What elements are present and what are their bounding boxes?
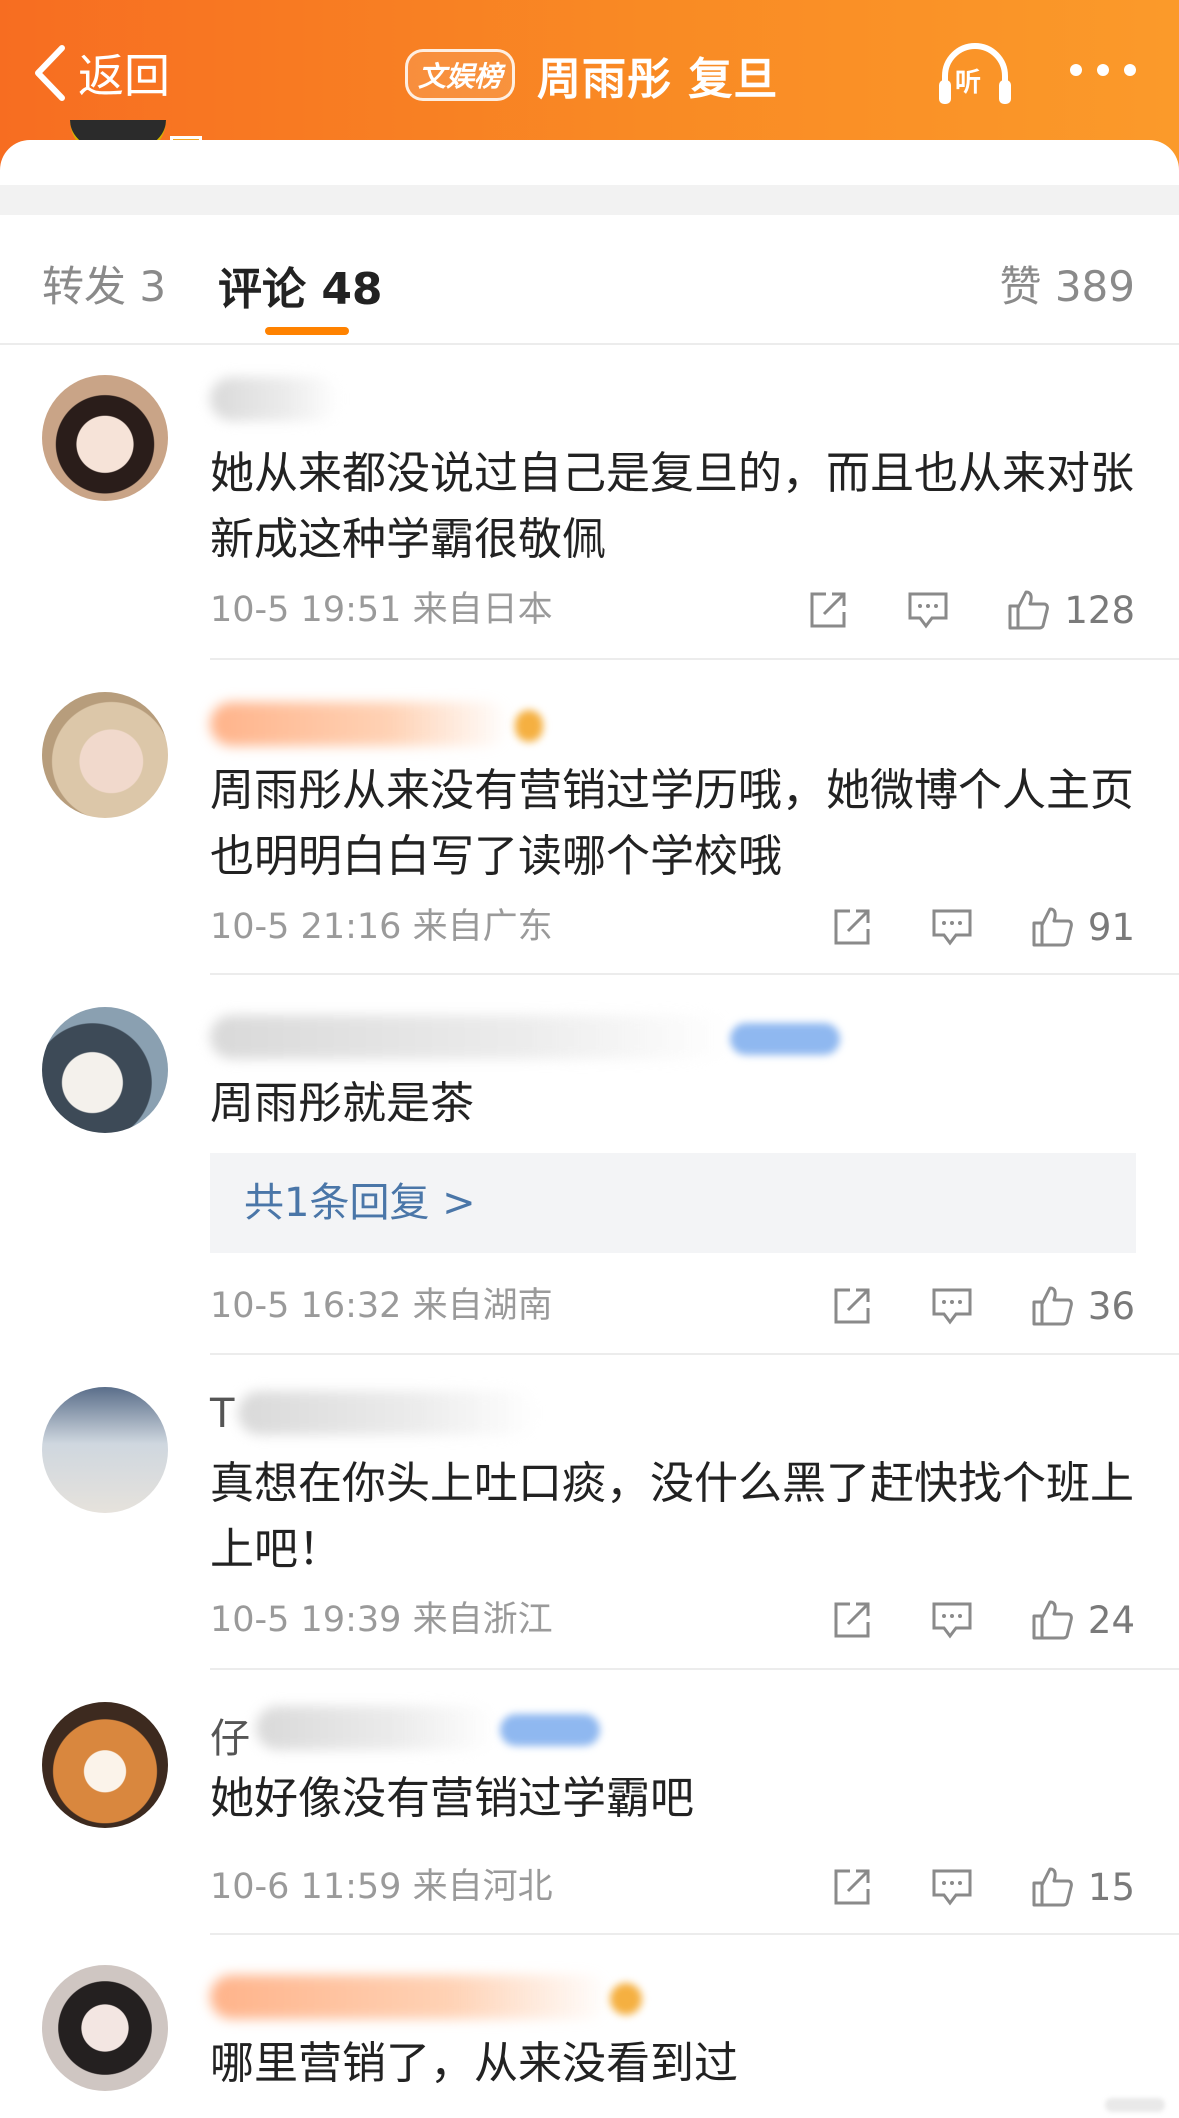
share-button[interactable]	[830, 905, 874, 949]
comment-item: 她从来都没说过自己是复旦的，而且也从来对张新成这种学霸很敬佩 10-5 19:5…	[0, 345, 1179, 660]
comment-meta: 10-5 16:32 来自湖南	[210, 1281, 553, 1331]
listen-label: 听	[955, 68, 982, 98]
like-count: 36	[1087, 1284, 1135, 1328]
like-button[interactable]: 128	[1006, 588, 1135, 632]
comment-text: 她好像没有营销过学霸吧	[210, 1773, 694, 1824]
thumbs-up-icon	[1008, 590, 1050, 630]
share-button[interactable]	[830, 1284, 874, 1328]
reply-button[interactable]	[930, 1284, 974, 1328]
like-button[interactable]: 91	[1030, 905, 1135, 949]
comment-time: 10-5 19:39	[210, 1600, 402, 1640]
post-card-edge	[0, 140, 1179, 185]
tab-like[interactable]: 赞 389	[999, 253, 1135, 314]
comment-time: 10-5 16:32	[210, 1286, 402, 1326]
header-title-area: 文娱榜 周雨彤 复旦	[405, 44, 778, 106]
thumbs-up-icon	[1032, 907, 1073, 947]
comment-text: 哪里营销了，从来没看到过	[210, 2038, 738, 2089]
like-count: 128	[1064, 588, 1135, 632]
comment-meta: 10-5 19:51 来自日本	[210, 585, 553, 635]
back-button[interactable]: 返回	[30, 38, 170, 108]
comment-time: 10-6 11:59	[210, 1867, 402, 1907]
reply-button[interactable]	[906, 588, 950, 632]
share-icon	[834, 1288, 870, 1324]
comment-actions: 128	[750, 585, 1135, 635]
comment-meta: 10-5 21:16 来自广东	[210, 902, 553, 952]
comment-icon	[932, 1602, 972, 1639]
avatar[interactable]	[42, 1702, 168, 1828]
comment-tabs: 转发 3 评论 48 赞 389	[0, 215, 1179, 345]
like-count: 91	[1087, 905, 1135, 949]
share-icon	[834, 1869, 870, 1905]
like-count: 24	[1087, 1598, 1135, 1642]
tab-repost[interactable]: 转发 3	[42, 253, 166, 314]
username-initial: 仔	[210, 1716, 250, 1762]
comment-time: 10-5 21:16	[210, 907, 402, 947]
thumbs-up-icon	[1032, 1286, 1073, 1326]
comment-actions: 36	[774, 1281, 1135, 1331]
avatar[interactable]	[42, 1007, 168, 1133]
avatar[interactable]	[42, 1387, 168, 1513]
avatar[interactable]	[42, 1965, 168, 2091]
back-label: 返回	[78, 49, 170, 103]
comment-item: 周雨彤就是茶 共1条回复 > 10-5 16:32 来自湖南 36	[0, 975, 1179, 1355]
scroll-indicator	[1105, 2098, 1165, 2112]
comment-meta: 10-5 19:39 来自浙江	[210, 1595, 553, 1645]
reply-button[interactable]	[930, 1598, 974, 1642]
share-button[interactable]	[830, 1865, 874, 1909]
comment-item: 仔 她好像没有营销过学霸吧 10-6 11:59 来自河北 15	[0, 1670, 1179, 1935]
username[interactable]	[210, 702, 590, 752]
share-icon	[834, 909, 870, 945]
comment-text: 她从来都没说过自己是复旦的，而且也从来对张新成这种学霸很敬佩	[210, 448, 1134, 565]
page-title: 周雨彤 复旦	[537, 54, 779, 105]
share-icon	[810, 592, 846, 628]
like-button[interactable]: 36	[1030, 1284, 1135, 1328]
listen-button[interactable]: 听	[935, 40, 1015, 110]
like-count: 15	[1087, 1865, 1135, 1909]
share-icon	[834, 1602, 870, 1638]
reply-button[interactable]	[930, 905, 974, 949]
comment-actions: 24	[774, 1595, 1135, 1645]
username[interactable]: T	[210, 1391, 590, 1441]
username[interactable]	[210, 377, 590, 427]
chevron-left-icon	[35, 45, 65, 101]
comment-location: 来自广东	[412, 907, 553, 947]
username[interactable]	[210, 1015, 850, 1065]
thumbs-up-icon	[1032, 1867, 1073, 1907]
comment-icon	[932, 909, 972, 946]
like-button[interactable]: 24	[1030, 1598, 1135, 1642]
comment-location: 来自湖南	[412, 1286, 553, 1326]
comment-meta: 10-6 11:59 来自河北	[210, 1862, 553, 1912]
avatar[interactable]	[42, 692, 168, 818]
view-replies-button[interactable]: 共1条回复 >	[210, 1153, 1136, 1253]
comment-location: 来自浙江	[412, 1600, 553, 1640]
comment-icon	[908, 592, 948, 629]
comment-location: 来自日本	[412, 590, 553, 630]
avatar[interactable]	[42, 375, 168, 501]
more-icon[interactable]	[1068, 58, 1138, 82]
comment-actions: 15	[774, 1862, 1135, 1912]
active-tab-indicator	[265, 327, 349, 335]
username[interactable]: 仔	[210, 1706, 630, 1762]
username[interactable]	[210, 1975, 670, 2025]
comment-text: 周雨彤就是茶	[210, 1078, 474, 1129]
reply-button[interactable]	[930, 1865, 974, 1909]
username-initial: T	[210, 1391, 235, 1437]
comment-item: T 真想在你头上吐口痰，没什么黑了赶快找个班上上吧！ 10-5 19:39 来自…	[0, 1355, 1179, 1670]
comment-item: 哪里营销了，从来没看到过	[0, 1935, 1179, 2118]
comment-time: 10-5 19:51	[210, 590, 402, 630]
comment-actions: 91	[774, 902, 1135, 952]
share-button[interactable]	[806, 588, 850, 632]
thumbs-up-icon	[1032, 1600, 1073, 1640]
hot-list-badge[interactable]: 文娱榜	[405, 49, 516, 101]
comment-text: 周雨彤从来没有营销过学历哦，她微博个人主页也明明白白写了读哪个学校哦	[210, 765, 1134, 882]
comment-text: 真想在你头上吐口痰，没什么黑了赶快找个班上上吧！	[210, 1458, 1134, 1575]
section-gap	[0, 185, 1179, 215]
comment-icon	[932, 1869, 972, 1906]
comment-item: 周雨彤从来没有营销过学历哦，她微博个人主页也明明白白写了读哪个学校哦 10-5 …	[0, 660, 1179, 975]
share-button[interactable]	[830, 1598, 874, 1642]
like-button[interactable]: 15	[1030, 1865, 1135, 1909]
comment-icon	[932, 1288, 972, 1325]
comment-location: 来自河北	[412, 1867, 553, 1907]
tab-comment[interactable]: 评论 48	[218, 253, 383, 317]
